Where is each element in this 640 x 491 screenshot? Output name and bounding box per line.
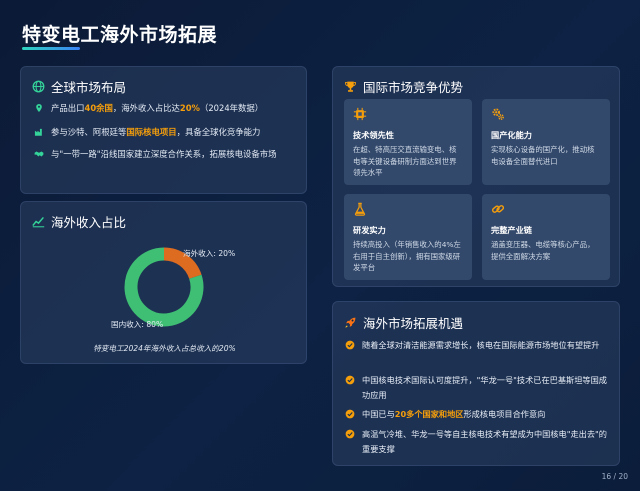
opportunity-text: 高温气冷堆、华龙一号等自主核电技术有望成为中国核电"走出去"的重要支撑: [362, 427, 613, 456]
advantage-icon-wrap: [353, 107, 463, 129]
opportunity-item: 中国核电技术国际认可度提升，"华龙一号"技术已在巴基斯坦等国成功应用: [345, 373, 613, 402]
advantage-card: 国产化能力实现核心设备的国产化，推动核电设备全面替代进口: [482, 99, 610, 185]
revenue-share-title: 海外收入占比: [51, 215, 127, 230]
global-layout-item: 与"一带一路"沿线国家建立深度合作关系，拓展核电设备市场: [34, 147, 296, 161]
advantage-icon-wrap: [353, 202, 463, 224]
check-circle-icon: [345, 340, 355, 350]
body-text: 产品出口: [51, 103, 85, 113]
advantage-title: 技术领先性: [353, 130, 394, 140]
check-circle-icon: [345, 409, 355, 419]
advantage-description: 实现核心设备的国产化，推动核电设备全面替代进口: [491, 145, 595, 166]
body-text: （2024年数据）: [199, 103, 264, 113]
body-text: ，海外收入占比达: [112, 103, 180, 113]
opportunities-card: 海外市场拓展机遇 随着全球对清洁能源需求增长，核电在国际能源市场地位有望提升 中国…: [332, 301, 620, 466]
highlight-text: 20%: [179, 103, 200, 113]
body-text: ，具备全球化竞争能力: [176, 127, 261, 137]
opportunity-text: 中国核电技术国际认可度提升，"华龙一号"技术已在巴基斯坦等国成功应用: [362, 373, 613, 402]
opportunities-title: 海外市场拓展机遇: [363, 316, 464, 331]
opportunity-text: 随着全球对清洁能源需求增长，核电在国际能源市场地位有望提升: [362, 338, 599, 353]
advantage-title: 完整产业链: [491, 225, 532, 235]
handshake-icon: [34, 151, 44, 157]
global-layout-card: 全球市场布局 产品出口40余国，海外收入占比达20%（2024年数据） 参与沙特、…: [20, 66, 307, 194]
location-pin-icon: [36, 103, 42, 113]
advantage-description: 在超、特高压交直流输变电、核电等关键设备研制方面达到世界领先水平: [353, 145, 457, 177]
body-text: 参与沙特、阿根廷等: [51, 127, 127, 137]
highlight-text: 40余国: [84, 103, 113, 113]
highlight-text: 国际核电项目: [126, 127, 177, 137]
global-layout-item: 参与沙特、阿根廷等国际核电项目，具备全球化竞争能力: [34, 125, 296, 139]
revenue-donut-chart: 海外收入: 20% 国内收入: 80%: [111, 247, 235, 329]
overseas-slice-label: 海外收入: 20%: [183, 248, 235, 258]
opportunity-text: 中国已与20多个国家和地区形成核电项目合作意向: [362, 407, 545, 422]
trophy-icon: [345, 81, 356, 92]
revenue-share-heading: 海外收入占比: [32, 212, 126, 231]
gears-icon: [492, 108, 504, 120]
global-layout-item-text: 与"一带一路"沿线国家建立深度合作关系，拓展核电设备市场: [51, 147, 276, 161]
page-number: 16 / 20: [601, 472, 628, 481]
advantage-title: 国产化能力: [491, 130, 532, 140]
global-layout-title: 全球市场布局: [51, 80, 127, 95]
link-icon: [491, 205, 505, 213]
body-text: 高温气冷堆、华龙一号等自主核电技术有望成为中国核电"走出去"的重要支撑: [362, 429, 607, 454]
opportunity-item: 高温气冷堆、华龙一号等自主核电技术有望成为中国核电"走出去"的重要支撑: [345, 427, 613, 456]
body-text: 中国已与: [362, 409, 395, 419]
rocket-icon: [345, 317, 356, 328]
globe-icon: [32, 80, 45, 93]
advantage-description: 持续高投入（年销售收入的4%左右用于自主创新），拥有国家级研发平台: [353, 240, 461, 272]
advantages-heading: 国际市场竞争优势: [344, 77, 463, 96]
advantage-icon-wrap: [491, 202, 601, 224]
factory-icon: [34, 128, 42, 136]
body-text: 中国核电技术国际认可度提升，"华龙一号"技术已在巴基斯坦等国成功应用: [362, 375, 607, 400]
advantages-card: 国际市场竞争优势 技术领先性在超、特高压交直流输变电、核电等关键设备研制方面达到…: [332, 66, 620, 287]
page-title: 特变电工海外市场拓展: [22, 24, 218, 46]
global-layout-item-text: 参与沙特、阿根廷等国际核电项目，具备全球化竞争能力: [51, 125, 260, 139]
advantage-title: 研发实力: [353, 225, 386, 235]
body-text: 随着全球对清洁能源需求增长，核电在国际能源市场地位有望提升: [362, 340, 600, 350]
advantage-icon-wrap: [491, 107, 601, 129]
advantage-card: 技术领先性在超、特高压交直流输变电、核电等关键设备研制方面达到世界领先水平: [344, 99, 472, 185]
domestic-slice-label: 国内收入: 80%: [111, 319, 163, 329]
chart-line-icon: [32, 216, 45, 228]
chip-icon: [353, 107, 367, 121]
highlight-text: 20多个国家和地区: [394, 409, 464, 419]
body-text: 与"一带一路"沿线国家建立深度合作关系，拓展核电设备市场: [51, 149, 277, 159]
revenue-share-card: 海外收入占比 海外收入: 20% 国内收入: 80% 特变电工2024年海外收入占…: [20, 201, 307, 364]
title-underline: [22, 47, 80, 50]
global-layout-heading: 全球市场布局: [32, 77, 126, 96]
flask-icon: [354, 202, 366, 216]
advantage-card: 研发实力持续高投入（年销售收入的4%左右用于自主创新），拥有国家级研发平台: [344, 194, 472, 280]
opportunity-item: 中国已与20多个国家和地区形成核电项目合作意向: [345, 407, 613, 422]
check-circle-icon: [345, 375, 355, 385]
global-layout-item-text: 产品出口40余国，海外收入占比达20%（2024年数据）: [51, 101, 263, 115]
advantage-card: 完整产业链涵盖变压器、电缆等核心产品，提供全面解决方案: [482, 194, 610, 280]
global-layout-item: 产品出口40余国，海外收入占比达20%（2024年数据）: [34, 101, 296, 115]
check-circle-icon: [345, 429, 355, 439]
body-text: 形成核电项目合作意向: [463, 409, 546, 419]
chart-caption: 特变电工2024年海外收入占总收入的20%: [93, 344, 236, 353]
opportunities-heading: 海外市场拓展机遇: [344, 313, 463, 332]
opportunity-item: 随着全球对清洁能源需求增长，核电在国际能源市场地位有望提升: [345, 338, 613, 353]
advantage-description: 涵盖变压器、电缆等核心产品，提供全面解决方案: [491, 240, 595, 261]
advantages-title: 国际市场竞争优势: [363, 80, 464, 95]
